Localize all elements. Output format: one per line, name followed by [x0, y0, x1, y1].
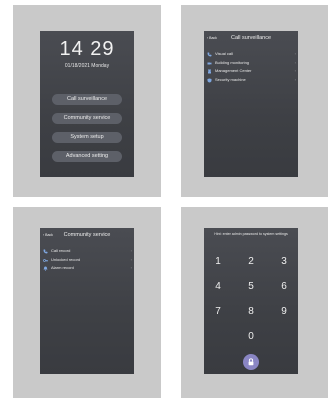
- key-5[interactable]: 5: [241, 280, 261, 294]
- home-screen: 14 29 01/18/2021 Monday Call surveillanc…: [40, 31, 134, 177]
- list-item-label: Alarm record: [51, 265, 74, 270]
- key-3[interactable]: 3: [274, 255, 294, 269]
- header-bar: ‹ Back Call surveillance: [204, 34, 298, 44]
- page-title: Call surveillance: [230, 35, 272, 41]
- panel-call-surveillance: ‹ Back Call surveillance Visual call › B…: [181, 5, 328, 197]
- panel-home: 14 29 01/18/2021 Monday Call surveillanc…: [13, 5, 161, 197]
- panel-password-keypad: Hint: enter admin password to system set…: [181, 207, 328, 398]
- panel-community-service: ‹ Back Community service Call record › U…: [13, 207, 161, 398]
- system-setup-button[interactable]: System setup: [52, 132, 122, 143]
- page-title: Community service: [63, 232, 111, 238]
- list-item-unlocked-record[interactable]: Unlocked record ›: [40, 256, 134, 265]
- list-item-visual-call[interactable]: Visual call ›: [204, 50, 298, 59]
- community-service-button[interactable]: Community service: [52, 113, 122, 124]
- list-item-building-monitoring[interactable]: Building monitoring ›: [204, 59, 298, 68]
- chevron-right-icon: ›: [130, 256, 132, 262]
- key-6[interactable]: 6: [274, 280, 294, 294]
- list-item-label: Building monitoring: [215, 59, 250, 65]
- key-1[interactable]: 1: [208, 255, 228, 269]
- camera-icon: [207, 62, 212, 64]
- key-7[interactable]: 7: [208, 305, 228, 319]
- chevron-right-icon: ›: [294, 51, 296, 56]
- password-hint: Hint: enter admin password to system set…: [214, 232, 288, 236]
- chevron-right-icon: ›: [294, 76, 296, 82]
- menu-list: Visual call › Building monitoring › Mana…: [204, 50, 298, 84]
- list-item-label: Visual call: [215, 51, 233, 56]
- chevron-right-icon: ›: [294, 59, 296, 65]
- list-item-label: Security machine: [215, 76, 246, 82]
- call-surveillance-screen: ‹ Back Call surveillance Visual call › B…: [204, 31, 298, 177]
- key-8[interactable]: 8: [241, 305, 261, 319]
- key-0[interactable]: 0: [241, 330, 261, 344]
- building-icon: [208, 69, 211, 74]
- phone-icon: [43, 249, 48, 254]
- key-2[interactable]: 2: [241, 255, 261, 269]
- advanced-setting-button[interactable]: Advanced setting: [52, 151, 122, 162]
- unlock-button[interactable]: [243, 354, 259, 370]
- chevron-right-icon: ›: [130, 248, 132, 253]
- list-item-label: Management Center: [215, 68, 252, 73]
- bell-icon: [43, 266, 48, 271]
- phone-icon: [207, 52, 212, 57]
- list-item-alarm-record[interactable]: Alarm record ›: [40, 264, 134, 273]
- list-item-label: Call record: [51, 248, 71, 253]
- clock-time: 14 29: [59, 38, 115, 60]
- keypad-screen: Hint: enter admin password to system set…: [204, 228, 298, 374]
- shield-icon: [207, 78, 212, 82]
- list-item-management-center[interactable]: Management Center ›: [204, 67, 298, 76]
- clock-date: 01/18/2021 Monday: [64, 63, 110, 69]
- key-4[interactable]: 4: [208, 280, 228, 294]
- list-item-security-machine[interactable]: Security machine ›: [204, 76, 298, 85]
- header-bar: ‹ Back Community service: [40, 231, 134, 241]
- chevron-right-icon: ›: [130, 265, 132, 270]
- call-surveillance-button[interactable]: Call surveillance: [52, 94, 122, 105]
- menu-list: Call record › Unlocked record › Alarm re…: [40, 247, 134, 273]
- list-item-label: Unlocked record: [51, 256, 81, 262]
- list-item-call-record[interactable]: Call record ›: [40, 247, 134, 256]
- community-service-screen: ‹ Back Community service Call record › U…: [40, 228, 134, 374]
- lock-icon: [248, 358, 254, 366]
- key-9[interactable]: 9: [274, 305, 294, 319]
- chevron-right-icon: ›: [294, 68, 296, 73]
- key-icon: [43, 258, 48, 262]
